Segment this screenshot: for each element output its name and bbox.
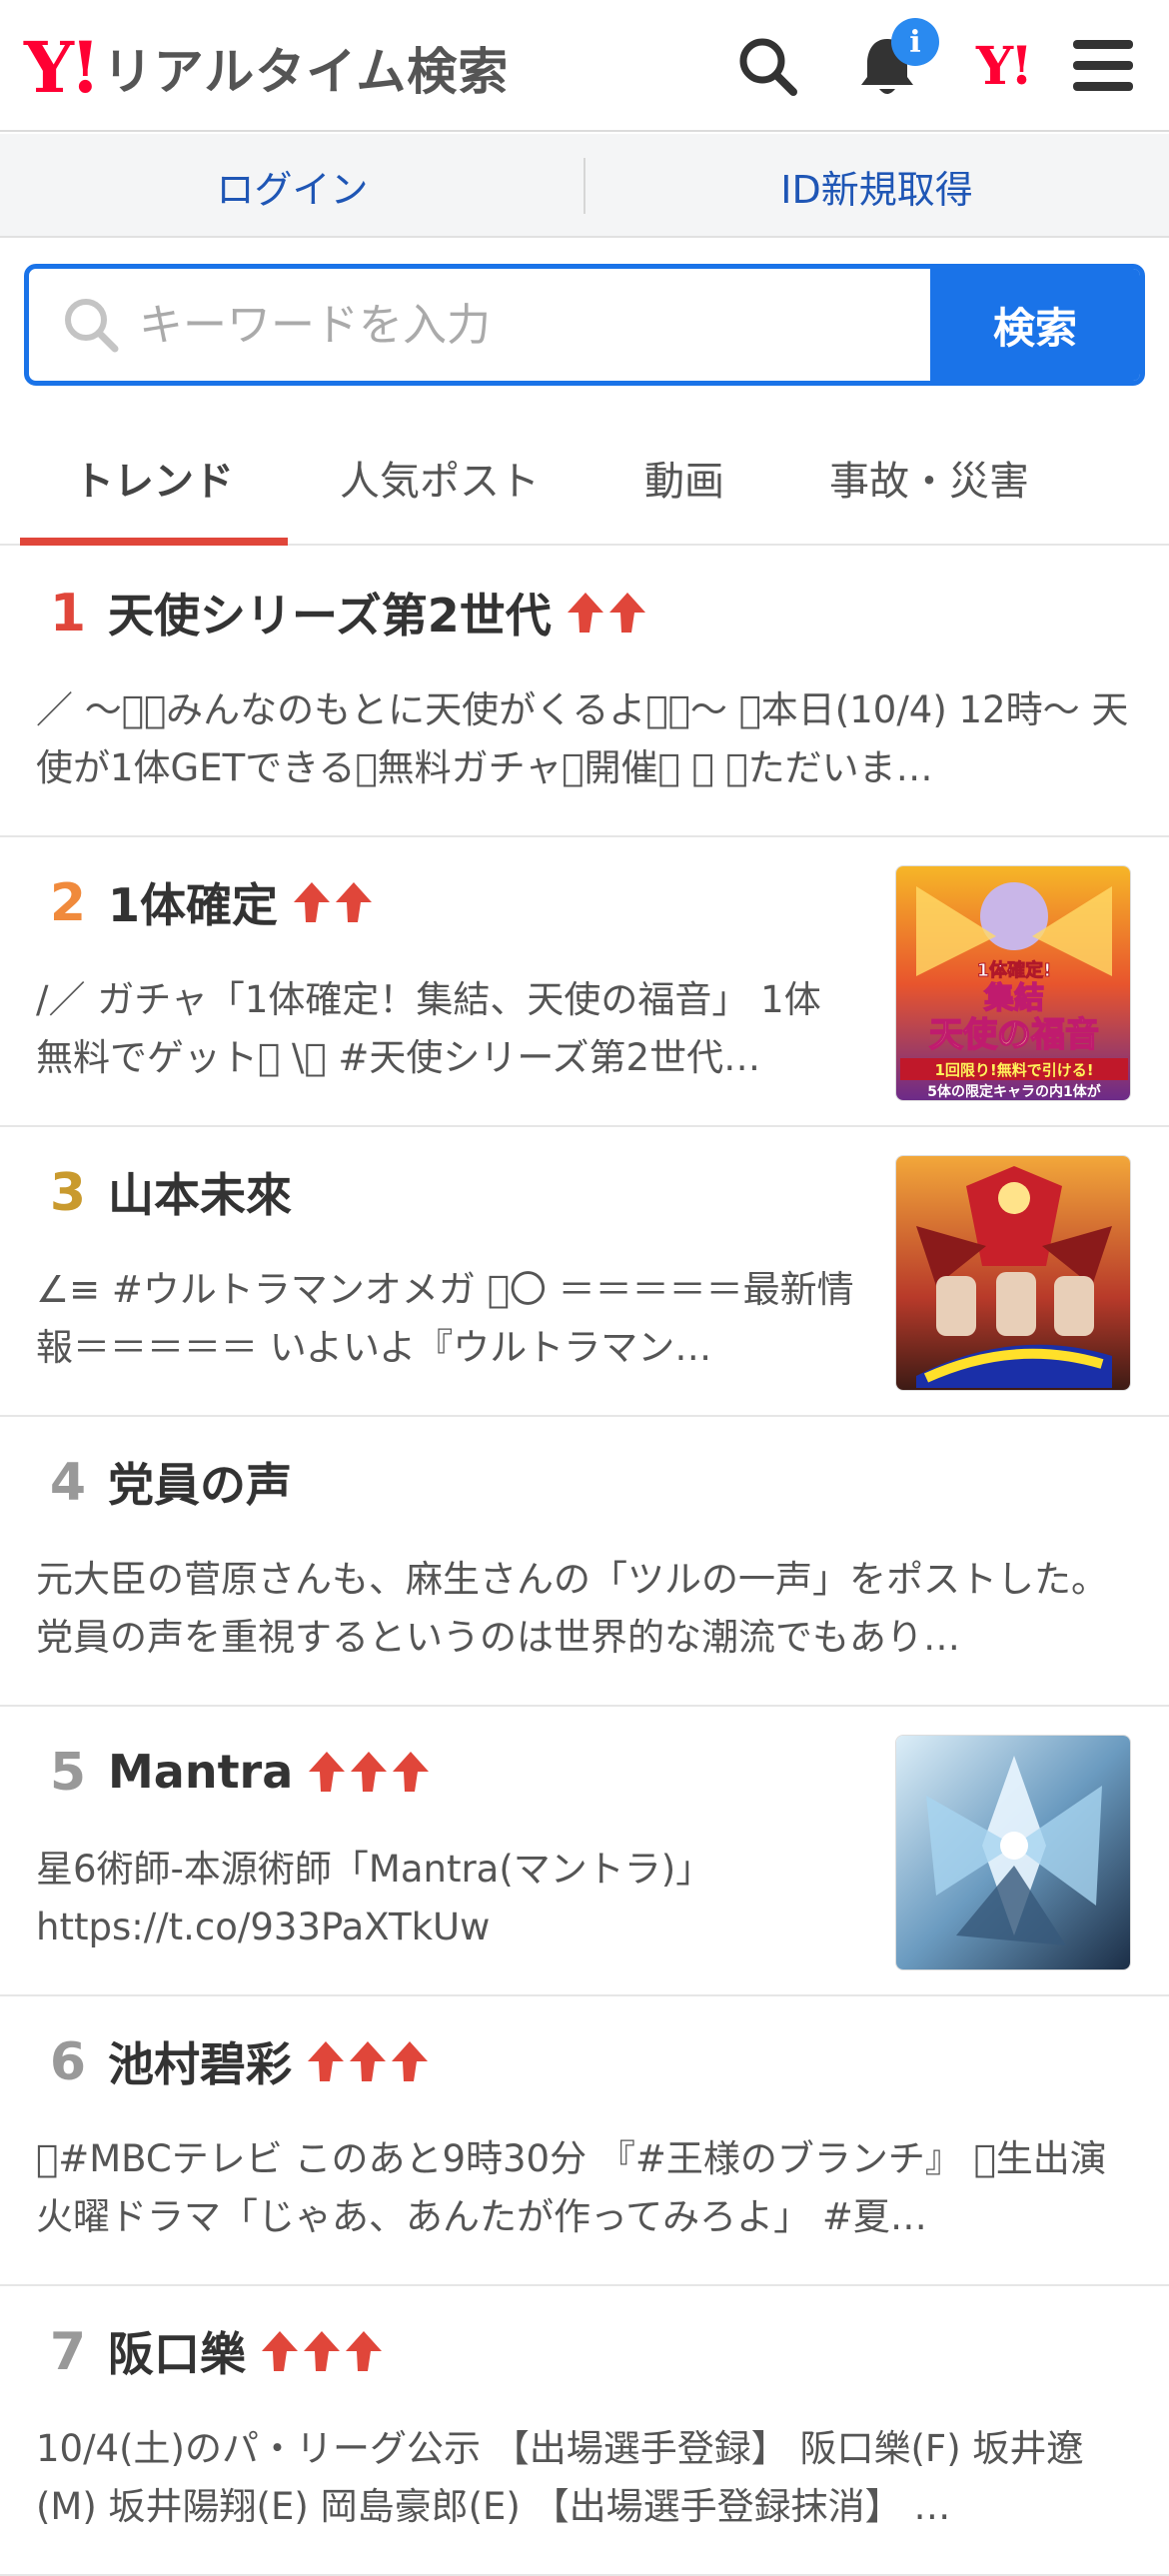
trend-title-row: 池村碧彩 [108,2028,432,2094]
trend-title-row: 天使シリーズ第2世代 [108,580,649,645]
trend-up-arrow-icon [304,2331,340,2371]
trend-up-arrow-icon [346,2331,382,2371]
trend-title-row: 山本未來 [108,1159,292,1225]
svg-text:5体の限定キャラの内1体が: 5体の限定キャラの内1体が [927,1083,1101,1100]
trend-title-row: Mantra [108,1739,433,1805]
svg-text:1回限り!無料で引ける!: 1回限り!無料で引ける! [934,1061,1093,1079]
logo-text: リアルタイム検索 [102,43,510,101]
yahoo-home-icon[interactable]: Y! [963,26,1043,106]
trend-rank: 7 [49,2322,87,2382]
trend-rank: 6 [49,2032,87,2092]
trend-rank: 4 [49,1453,87,1513]
trend-up-arrow-icon [351,1752,388,1792]
trend-title[interactable]: 天使シリーズ第2世代 [108,580,552,645]
tab-bar: トレンド 人気ポスト 動画 事故・災害 [0,410,1169,546]
trend-rank: 1 [49,584,87,644]
tab-popular-posts[interactable]: 人気ポスト [310,410,570,546]
svg-text:天使の福音: 天使の福音 [929,1015,1099,1055]
trend-thumbnail[interactable]: 1体確定! 集結 天使の福音 1回限り!無料で引ける! 5体の限定キャラの内1体… [895,865,1131,1101]
yahoo-realtime-logo[interactable]: Y! リアルタイム検索 [24,28,509,108]
trend-item[interactable]: 2 1体確定 /／ ガチャ「1体確定！集結、天使の福音」 1体無料でゲット􀀀 \＼… [0,837,1169,1127]
active-tab-indicator [20,538,288,546]
trend-item[interactable]: 5 Mantra 星6術師-本源術師「Mantra(マントラ)」 https://… [0,1707,1169,1996]
search-icon[interactable] [727,26,807,106]
notification-bell-icon[interactable]: i [847,18,939,106]
trend-thumbnail[interactable] [895,1735,1131,1970]
search-input[interactable] [139,269,948,381]
trend-up-arrow-icon [567,593,603,633]
trend-description: 10/4(土)のパ・リーグ公示 【出場選手登録】 阪口樂(F) 坂井遼(M) 坂… [36,2427,1084,2528]
trend-up-arrow-icon [392,2041,428,2081]
register-link[interactable]: ID新規取得 [584,134,1169,238]
trend-title-row: 党員の声 [108,1449,292,1515]
trend-description: 星6術師-本源術師「Mantra(マントラ)」 https://t.co/933… [36,1848,713,1948]
trend-title[interactable]: 池村碧彩 [108,2028,292,2094]
trend-up-arrow-icon [308,2041,344,2081]
notification-badge: i [891,18,939,66]
hamburger-menu-icon[interactable] [1063,26,1143,106]
trend-up-arrow-icon [294,882,331,922]
account-bar: ログイン ID新規取得 [0,134,1169,238]
trend-up-arrow-icon [350,2041,386,2081]
trend-up-arrow-icon [393,1752,430,1792]
svg-text:集結: 集結 [983,981,1044,1016]
trend-item[interactable]: 6 池村碧彩 􀀀#MBCテレビ このあと9時30分 『#王様のブランチ』 􀀀生出演… [0,1996,1169,2286]
trend-description: ∠≡ #ウルトラマンオメガ 􀀀〇 ＝＝＝＝＝最新情報＝＝＝＝＝ いよいよ『ウルト… [36,1268,854,1369]
trend-item[interactable]: 4 党員の声元大臣の菅原さんも、麻生さんの「ツルの一声」をポストした。党員の声を重… [0,1417,1169,1707]
trend-title-row: 阪口樂 [108,2318,386,2384]
trend-title[interactable]: 山本未來 [108,1159,292,1225]
trend-title[interactable]: Mantra [108,1745,293,1799]
trend-thumbnail[interactable] [895,1155,1131,1391]
trend-rank: 2 [49,873,87,933]
tab-accidents-disasters[interactable]: 事故・災害 [799,410,1059,546]
trend-title[interactable]: 党員の声 [108,1449,292,1515]
trend-momentum-arrows [566,591,649,635]
yahoo-logo-mark: Y! [24,26,101,109]
trend-up-arrow-icon [336,882,373,922]
trend-title-row: 1体確定 [108,869,376,935]
tab-videos[interactable]: 動画 [589,410,779,546]
trend-item[interactable]: 1 天使シリーズ第2世代 ／ 〜􀀀􀀀みんなのもとに天使がくるよ􀀀􀀀〜 􀀀本日(10… [0,548,1169,837]
trend-description: /／ ガチャ「1体確定！集結、天使の福音」 1体無料でゲット􀀀 \＼ #天使シリ… [36,978,821,1079]
trend-momentum-arrows [292,880,376,924]
trend-description: 元大臣の菅原さんも、麻生さんの「ツルの一声」をポストした。党員の声を重視するとい… [36,1558,1108,1659]
trend-up-arrow-icon [309,1752,346,1792]
search-button[interactable]: 検索 [930,269,1140,381]
tab-trend[interactable]: トレンド [20,410,288,546]
trend-description: 􀀀#MBCテレビ このあと9時30分 『#王様のブランチ』 􀀀生出演 火曜ドラマ… [36,2137,1107,2238]
app-header: Y! リアルタイム検索 i Y! [0,0,1169,132]
trend-momentum-arrows [306,2039,432,2083]
search-box: 検索 [24,264,1145,386]
trend-title[interactable]: 1体確定 [108,869,278,935]
trend-rank: 3 [49,1163,87,1223]
trend-up-arrow-icon [608,593,645,633]
trend-title[interactable]: 阪口樂 [108,2318,246,2384]
trend-item[interactable]: 3 山本未來 ∠≡ #ウルトラマンオメガ 􀀀〇 ＝＝＝＝＝最新情報＝＝＝＝＝ いよい… [0,1127,1169,1417]
trend-rank: 5 [49,1743,87,1803]
trend-momentum-arrows [260,2329,386,2373]
trend-description: ／ 〜􀀀􀀀みんなのもとに天使がくるよ􀀀􀀀〜 􀀀本日(10/4) 12時〜 天使が… [36,688,1129,789]
search-field-icon [59,293,123,357]
trend-item[interactable]: 7 阪口樂 10/4(土)のパ・リーグ公示 【出場選手登録】 阪口樂(F) 坂井遼… [0,2286,1169,2576]
svg-text:1体確定!: 1体確定! [977,959,1052,981]
login-link[interactable]: ログイン [0,134,584,238]
trend-momentum-arrows [307,1750,433,1794]
trend-up-arrow-icon [262,2331,298,2371]
